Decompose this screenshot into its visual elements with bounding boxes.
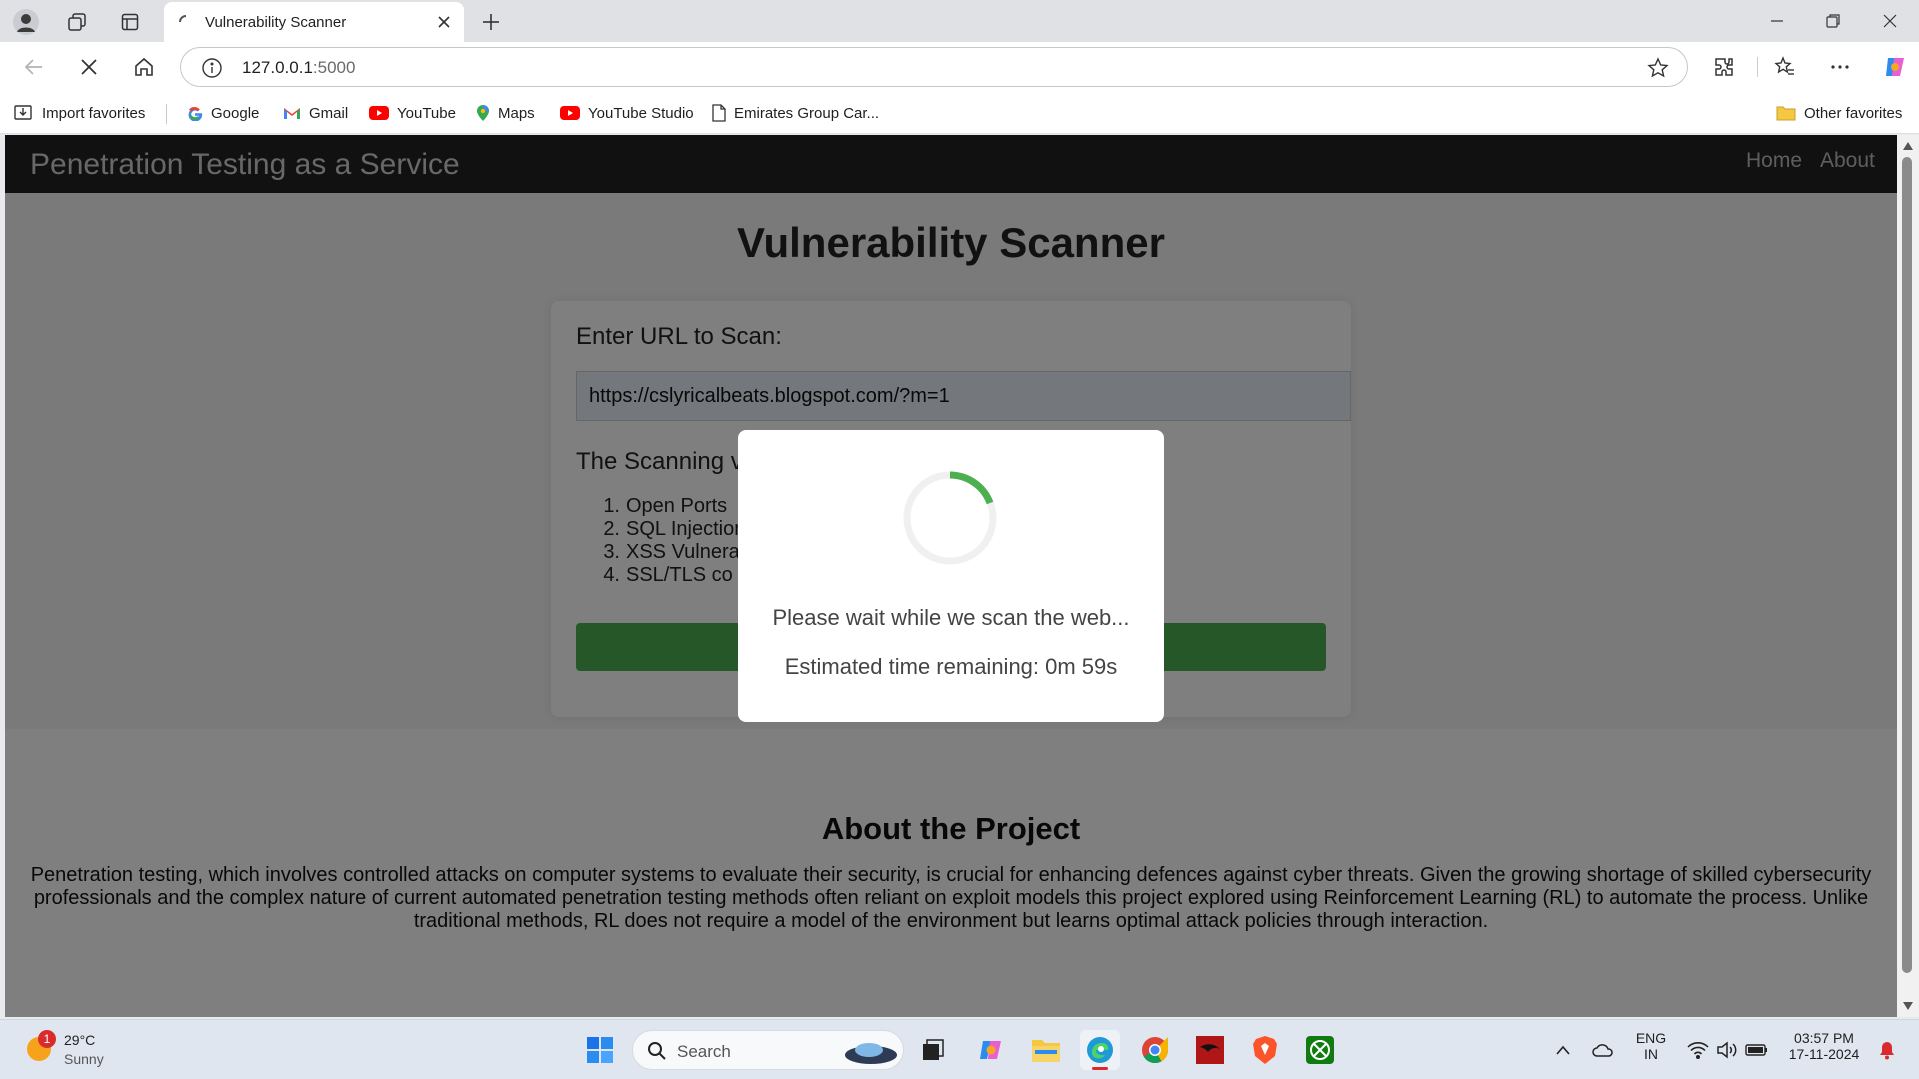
- onedrive-cloud-icon[interactable]: [1583, 1030, 1623, 1070]
- home-icon[interactable]: [128, 51, 160, 83]
- spinner-icon: [903, 471, 997, 565]
- windows-start-icon[interactable]: [580, 1030, 620, 1070]
- address-bar[interactable]: 127.0.0.1:5000: [180, 47, 1688, 87]
- clock-date: 17-11-2024: [1788, 1046, 1860, 1062]
- more-options-icon[interactable]: [1824, 51, 1856, 83]
- search-icon: [648, 1042, 666, 1060]
- workspaces-icon[interactable]: [63, 8, 91, 36]
- youtube-icon: [369, 106, 389, 120]
- document-icon: [712, 104, 726, 122]
- profile-avatar[interactable]: [12, 8, 40, 36]
- bookmarks-bar: Import favorites Google Gmail YouTube Ma…: [0, 92, 1919, 134]
- import-icon: [14, 104, 34, 122]
- close-tab-icon[interactable]: [434, 12, 454, 32]
- web-page: Penetration Testing as a Service Home Ab…: [5, 135, 1897, 1017]
- task-view-icon[interactable]: [913, 1030, 953, 1070]
- bookmark-youtube-studio[interactable]: YouTube Studio: [560, 102, 694, 124]
- loading-modal: Please wait while we scan the web... Est…: [738, 430, 1164, 722]
- bookmark-other-favorites[interactable]: Other favorites: [1776, 102, 1902, 124]
- tab-vulnerability-scanner[interactable]: Vulnerability Scanner: [164, 2, 464, 42]
- tab-actions-icon[interactable]: [116, 8, 144, 36]
- file-explorer-icon[interactable]: [1026, 1030, 1066, 1070]
- active-indicator: [1092, 1067, 1108, 1070]
- copilot-icon[interactable]: [1879, 51, 1911, 83]
- battery-icon[interactable]: [1737, 1030, 1777, 1070]
- folder-icon: [1776, 105, 1796, 121]
- chrome-icon[interactable]: [1135, 1030, 1175, 1070]
- bookmark-gmail[interactable]: Gmail: [283, 102, 348, 124]
- browser-toolbar: 127.0.0.1:5000: [0, 42, 1919, 92]
- back-icon[interactable]: [18, 51, 50, 83]
- extensions-icon[interactable]: [1708, 51, 1740, 83]
- windows-taskbar: 1 29°C Sunny Search ENG IN 03:57 PM 17-1…: [0, 1019, 1919, 1079]
- scrollbar-thumb[interactable]: [1902, 157, 1912, 973]
- bookmark-import-favorites[interactable]: Import favorites: [14, 102, 145, 124]
- clock[interactable]: 03:57 PM 17-11-2024: [1778, 1030, 1870, 1062]
- minimize-icon[interactable]: [1757, 8, 1797, 34]
- taskbar-search[interactable]: Search: [632, 1030, 904, 1070]
- bookmark-youtube[interactable]: YouTube: [369, 102, 456, 124]
- kali-app-icon[interactable]: [1190, 1030, 1230, 1070]
- chevron-up-icon[interactable]: [1543, 1030, 1583, 1070]
- page-scrollbar[interactable]: [1897, 135, 1919, 1017]
- weather-badge: 1: [38, 1030, 56, 1048]
- toolbar-divider: [1757, 57, 1758, 77]
- new-tab-icon[interactable]: [477, 8, 505, 36]
- loading-icon: [176, 12, 196, 32]
- star-favorite-icon[interactable]: [1647, 57, 1669, 79]
- gmail-icon: [283, 106, 301, 120]
- bookmarks-divider: [166, 104, 167, 124]
- scroll-up-icon[interactable]: [1902, 141, 1914, 151]
- weather-condition: Sunny: [64, 1051, 104, 1067]
- stop-loading-icon[interactable]: [73, 51, 105, 83]
- url-text: 127.0.0.1:5000: [242, 58, 356, 77]
- bookmark-emirates[interactable]: Emirates Group Car...: [712, 102, 879, 124]
- search-label: Search: [677, 1042, 731, 1061]
- tab-title: Vulnerability Scanner: [205, 14, 347, 31]
- bookmark-maps[interactable]: Maps: [476, 102, 535, 124]
- search-highlight-icon: [845, 1043, 897, 1064]
- google-icon: [187, 105, 203, 121]
- clock-time: 03:57 PM: [1794, 1030, 1854, 1046]
- language-indicator[interactable]: ENG IN: [1628, 1030, 1674, 1062]
- youtube-studio-icon: [560, 106, 580, 120]
- brave-icon[interactable]: [1245, 1030, 1285, 1070]
- maps-icon: [476, 104, 490, 122]
- site-info-icon[interactable]: [201, 57, 223, 79]
- notification-bell-icon[interactable]: [1867, 1030, 1907, 1070]
- bookmark-google[interactable]: Google: [187, 102, 259, 124]
- xbox-icon[interactable]: [1300, 1030, 1340, 1070]
- edge-taskbar-icon[interactable]: [1080, 1030, 1120, 1070]
- estimated-time: Estimated time remaining: 0m 59s: [784, 654, 1118, 679]
- weather-widget[interactable]: 1 29°C Sunny: [24, 1030, 104, 1067]
- favorites-icon[interactable]: [1769, 51, 1801, 83]
- copilot-taskbar-icon[interactable]: [971, 1030, 1011, 1070]
- scroll-down-icon[interactable]: [1902, 1001, 1914, 1011]
- browser-title-bar: Vulnerability Scanner: [0, 0, 1919, 42]
- scan-wait-message: Please wait while we scan the web...: [772, 605, 1130, 630]
- close-window-icon[interactable]: [1870, 8, 1910, 34]
- restore-icon[interactable]: [1813, 8, 1853, 34]
- weather-temp: 29°C: [64, 1032, 96, 1048]
